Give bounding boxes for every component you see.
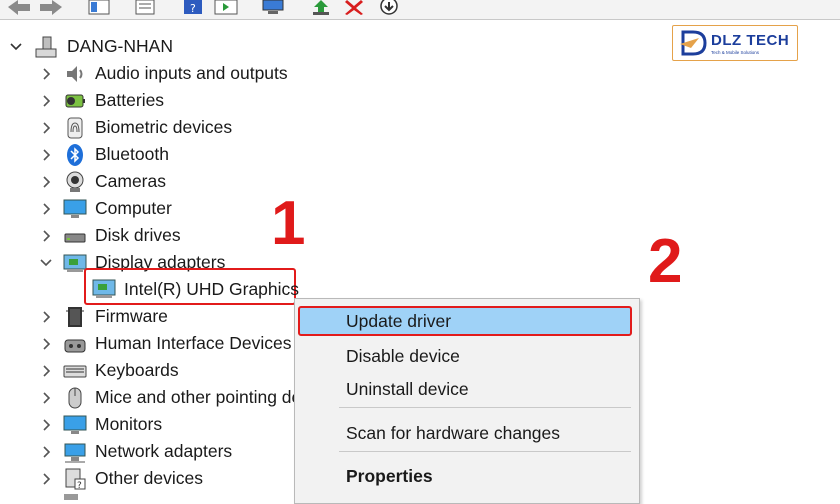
- tree-category-audio-inputs-and-outputs[interactable]: Audio inputs and outputs: [0, 60, 640, 87]
- tree-root-label: DANG-NHAN: [67, 36, 173, 56]
- chevron-right-icon[interactable]: [38, 66, 54, 82]
- unknown-device-icon: ?: [65, 468, 86, 491]
- tree-category-label: Firmware: [95, 306, 168, 326]
- svg-text:?: ?: [77, 481, 82, 491]
- back-icon[interactable]: [6, 0, 32, 15]
- chevron-right-icon[interactable]: [38, 390, 54, 406]
- uninstall-icon[interactable]: [344, 0, 364, 15]
- context-menu: Update driver Disable device Uninstall d…: [294, 298, 640, 504]
- tree-category-label: Cameras: [95, 171, 166, 191]
- tree-category-label: Disk drives: [95, 225, 181, 245]
- menu-update-driver[interactable]: Update driver: [298, 306, 632, 336]
- tree-category-label: Other devices: [95, 468, 203, 488]
- chevron-right-icon[interactable]: [38, 93, 54, 109]
- view-icon[interactable]: [214, 0, 238, 15]
- menu-update-driver-label: Update driver: [346, 311, 452, 331]
- mouse-icon: [68, 387, 82, 409]
- chevron-right-icon[interactable]: [38, 336, 54, 352]
- chevron-right-icon[interactable]: [38, 201, 54, 217]
- logo-text: DLZ TECH: [711, 32, 790, 49]
- monitor-icon: [63, 415, 87, 434]
- chevron-right-icon[interactable]: [38, 228, 54, 244]
- network-icon: [64, 443, 86, 463]
- tree-category-label: Biometric devices: [95, 117, 233, 137]
- disk-drive-icon: [64, 233, 86, 243]
- step-1-annotation: 1: [271, 189, 306, 258]
- tree-category-disk-drives[interactable]: Disk drives: [0, 222, 640, 249]
- chip-icon: [66, 307, 84, 327]
- tree-category-bluetooth[interactable]: Bluetooth: [0, 141, 640, 168]
- tree-category-biometric-devices[interactable]: Biometric devices: [0, 114, 640, 141]
- menu-properties-label: Properties: [346, 466, 433, 486]
- dlz-tech-logo: DLZ TECH Tech & Mobile Solutions: [672, 25, 798, 61]
- tree-category-label: Network adapters: [95, 441, 233, 461]
- properties-icon[interactable]: [134, 0, 156, 15]
- tree-category-computer[interactable]: Computer: [0, 195, 640, 222]
- speaker-icon: [67, 66, 83, 82]
- computer-root-icon: [35, 36, 57, 58]
- tree-category-batteries[interactable]: Batteries: [0, 87, 640, 114]
- logo-subtitle: Tech & Mobile Solutions: [711, 50, 760, 55]
- menu-uninstall-device-label: Uninstall device: [346, 379, 469, 399]
- scan-hardware-icon[interactable]: [260, 0, 286, 15]
- tree-category-cameras[interactable]: Cameras: [0, 168, 640, 195]
- device-intel-uhd-graphics[interactable]: Intel(R) UHD Graphics: [124, 279, 299, 300]
- camera-icon: [66, 171, 84, 192]
- help-icon[interactable]: ?: [182, 0, 204, 15]
- fingerprint-icon: [67, 117, 83, 139]
- menu-scan-hardware-label: Scan for hardware changes: [346, 423, 561, 443]
- menu-disable-device-label: Disable device: [346, 346, 460, 366]
- hid-icon: [64, 339, 86, 353]
- chevron-right-icon[interactable]: [38, 120, 54, 136]
- tree-category-label: Computer: [95, 198, 172, 218]
- menu-scan-hardware[interactable]: Scan for hardware changes: [295, 418, 639, 448]
- chevron-right-icon[interactable]: [38, 417, 54, 433]
- update-driver-icon[interactable]: [310, 0, 332, 15]
- toolbar: ?: [0, 0, 840, 20]
- chevron-down-icon[interactable]: [38, 255, 54, 271]
- tree-root[interactable]: DANG-NHAN: [0, 33, 640, 60]
- menu-separator: [339, 407, 631, 408]
- dlz-logo-mark-icon: [680, 30, 707, 56]
- chevron-right-icon[interactable]: [38, 309, 54, 325]
- keyboard-icon: [63, 365, 87, 378]
- menu-separator-2: [339, 451, 631, 452]
- forward-icon[interactable]: [38, 0, 64, 15]
- menu-disable-device[interactable]: Disable device: [295, 341, 639, 371]
- chevron-right-icon[interactable]: [38, 147, 54, 163]
- chevron-right-icon[interactable]: [38, 471, 54, 487]
- tree-category-label: Keyboards: [95, 360, 179, 380]
- tree-category-label: Monitors: [95, 414, 163, 434]
- chevron-right-icon[interactable]: [38, 363, 54, 379]
- chevron-right-icon[interactable]: [38, 174, 54, 190]
- svg-text:?: ?: [190, 2, 196, 15]
- step-2-annotation: 2: [648, 227, 683, 296]
- chevron-right-icon[interactable]: [38, 444, 54, 460]
- tree-category-label: Bluetooth: [95, 144, 169, 164]
- show-hide-tree-icon[interactable]: [88, 0, 110, 15]
- bluetooth-icon: [67, 144, 83, 166]
- monitor-icon: [63, 199, 87, 218]
- tree-category-label: Audio inputs and outputs: [95, 63, 288, 83]
- menu-uninstall-device[interactable]: Uninstall device: [295, 374, 639, 404]
- menu-properties[interactable]: Properties: [295, 461, 639, 491]
- battery-icon: [65, 94, 85, 108]
- chevron-down-icon[interactable]: [8, 39, 24, 55]
- install-icon[interactable]: [378, 0, 400, 15]
- tree-category-label: Batteries: [95, 90, 165, 110]
- tree-category-label: Human Interface Devices: [95, 333, 292, 353]
